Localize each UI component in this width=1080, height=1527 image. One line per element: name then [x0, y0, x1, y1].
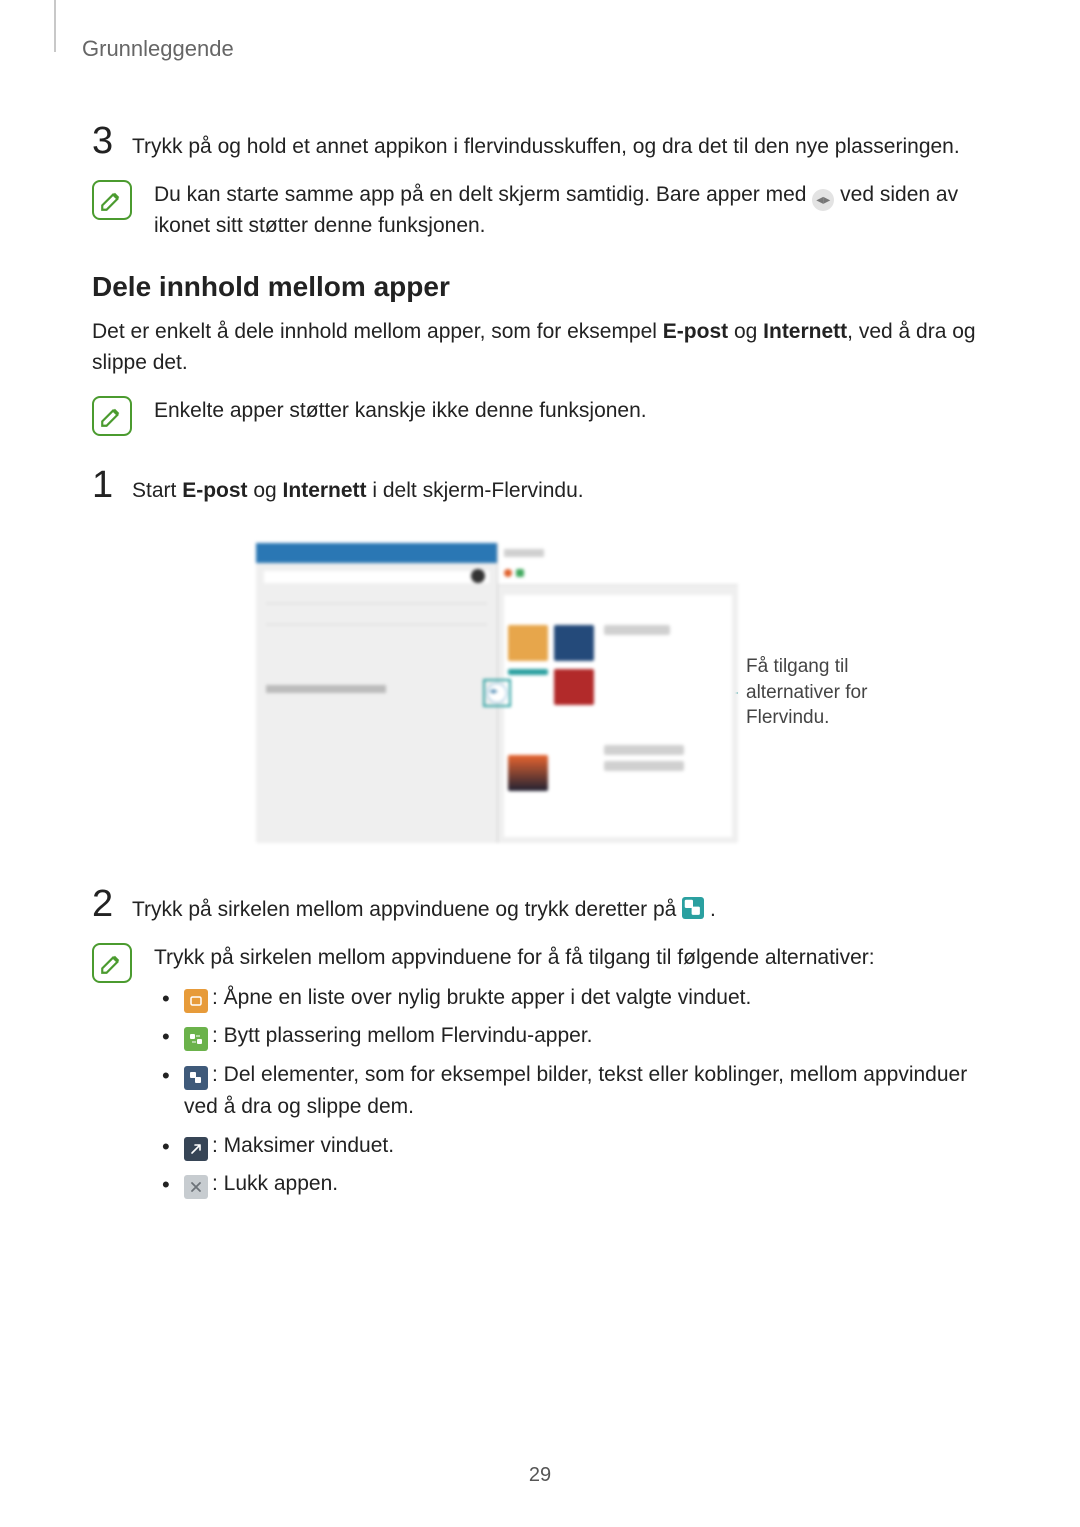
step-number: 2 — [92, 885, 114, 923]
figure-divider-handle — [487, 683, 507, 703]
intro-part1: Det er enkelt å dele innhold mellom appe… — [92, 320, 663, 343]
figure-tablet-screenshot — [256, 543, 738, 843]
note-lead: Trykk på sirkelen mellom appvinduene for… — [154, 943, 988, 973]
pencil-note-icon — [99, 403, 125, 429]
page-content: Grunnleggende 3 Trykk på og hold et anne… — [0, 0, 1080, 1207]
note-body: Du kan starte samme app på en delt skjer… — [154, 180, 988, 241]
option-text: : Lukk appen. — [212, 1172, 338, 1195]
step-text: Start E-post og Internett i delt skjerm-… — [132, 476, 584, 506]
section-heading: Dele innhold mellom apper — [92, 271, 988, 303]
option-text: : Del elementer, som for eksempel bilder… — [184, 1063, 967, 1119]
option-swap: : Bytt plassering mellom Flervindu-apper… — [158, 1020, 988, 1053]
option-text: : Åpne en liste over nylig brukte apper … — [212, 986, 751, 1009]
step1-bold-epost: E-post — [182, 479, 247, 502]
step1-post: i delt skjerm-Flervindu. — [367, 479, 584, 502]
step-2: 2 Trykk på sirkelen mellom appvinduene o… — [92, 885, 988, 925]
pencil-note-icon — [99, 950, 125, 976]
note-body: Enkelte apper støtter kanskje ikke denne… — [154, 396, 988, 426]
step-1: 1 Start E-post og Internett i delt skjer… — [92, 466, 988, 506]
step-number: 3 — [92, 122, 114, 160]
intro-and: og — [728, 320, 763, 343]
figure-caption: Få tilgang til alternativer for Flervind… — [746, 654, 936, 731]
options-list: : Åpne en liste over nylig brukte apper … — [154, 982, 988, 1201]
note-icon — [92, 180, 132, 220]
close-icon — [184, 1175, 208, 1199]
note-icon — [92, 396, 132, 436]
option-close: : Lukk appen. — [158, 1168, 988, 1201]
option-drag-share: : Del elementer, som for eksempel bilder… — [158, 1059, 988, 1124]
drag-share-icon — [682, 897, 704, 919]
step1-and: og — [248, 479, 283, 502]
section-intro: Det er enkelt å dele innhold mellom appe… — [92, 317, 988, 378]
step1-pre: Start — [132, 479, 182, 502]
multiwindow-support-icon: ◂▸ — [812, 189, 834, 211]
note-body: Trykk på sirkelen mellom appvinduene for… — [154, 943, 988, 1207]
step-number: 1 — [92, 466, 114, 504]
step2-post: . — [710, 898, 716, 921]
step-text: Trykk på sirkelen mellom appvinduene og … — [132, 895, 716, 925]
note-text-part1: Du kan starte samme app på en delt skjer… — [154, 183, 812, 206]
chapter-title: Grunnleggende — [82, 36, 988, 62]
recent-apps-icon — [184, 989, 208, 1013]
page-number: 29 — [0, 1464, 1080, 1487]
drag-share-icon — [184, 1066, 208, 1090]
note-icon — [92, 943, 132, 983]
option-text: : Maksimer vinduet. — [212, 1134, 394, 1157]
option-text: : Bytt plassering mellom Flervindu-apper… — [212, 1024, 593, 1047]
option-maximize: : Maksimer vinduet. — [158, 1130, 988, 1163]
option-recent-apps: : Åpne en liste over nylig brukte apper … — [158, 982, 988, 1015]
step1-bold-internett: Internett — [283, 479, 367, 502]
intro-bold-epost: E-post — [663, 320, 728, 343]
figure: Få tilgang til alternativer for Flervind… — [92, 543, 988, 843]
step-text: Trykk på og hold et annet appikon i fler… — [132, 132, 960, 162]
intro-bold-internett: Internett — [763, 320, 847, 343]
pencil-note-icon — [99, 187, 125, 213]
note-options: Trykk på sirkelen mellom appvinduene for… — [92, 943, 988, 1207]
swap-windows-icon — [184, 1027, 208, 1051]
header-rule — [54, 0, 56, 52]
step-3: 3 Trykk på og hold et annet appikon i fl… — [92, 122, 988, 162]
maximize-icon — [184, 1137, 208, 1161]
note-unsupported: Enkelte apper støtter kanskje ikke denne… — [92, 396, 988, 436]
step2-pre: Trykk på sirkelen mellom appvinduene og … — [132, 898, 682, 921]
note-multiwindow-support: Du kan starte samme app på en delt skjer… — [92, 180, 988, 241]
